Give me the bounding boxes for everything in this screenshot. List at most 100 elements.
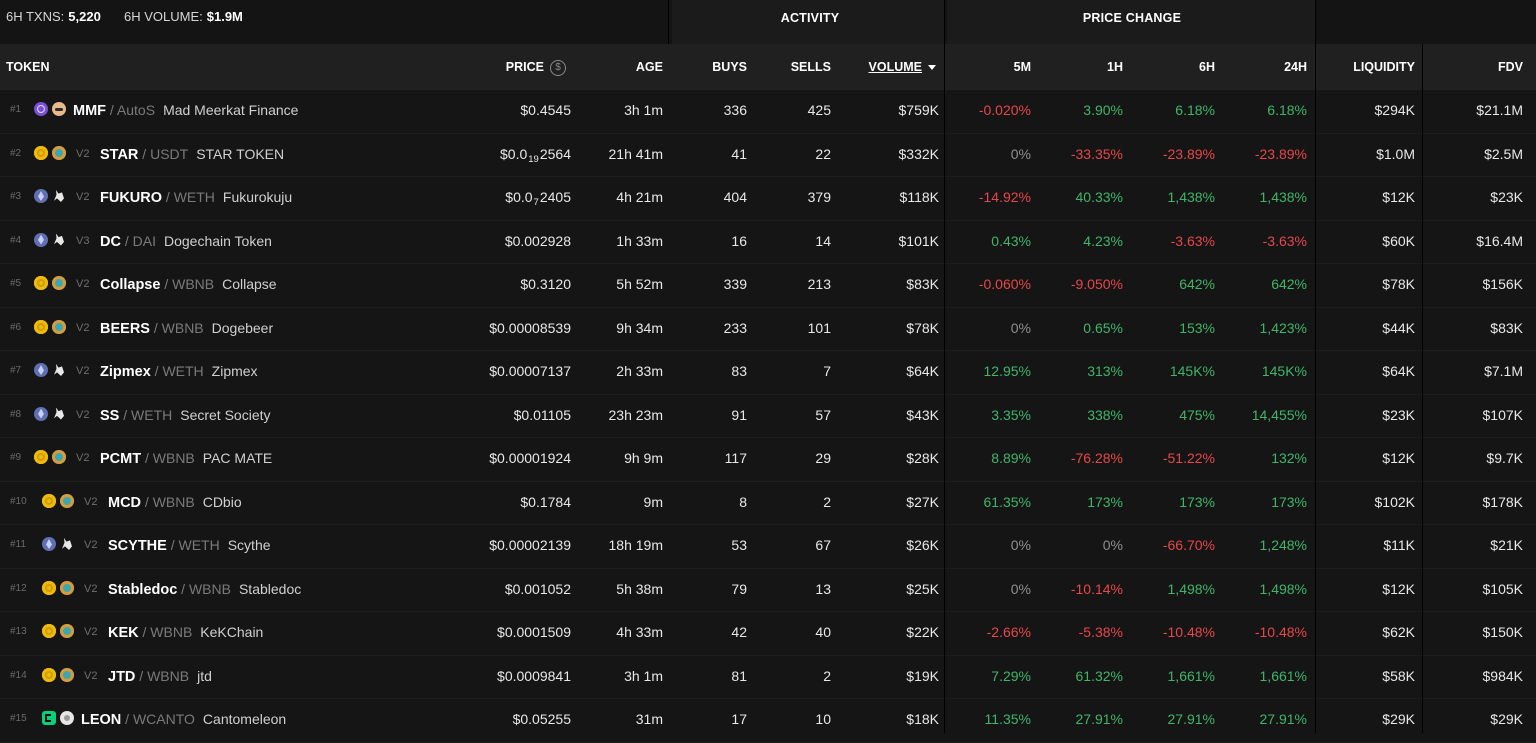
price-zero-count: 19 (528, 153, 539, 165)
token-symbol: DC (100, 233, 121, 250)
age-cell: 23h 23m (608, 406, 663, 423)
token-pair[interactable]: Collapse / WBNB Collapse (100, 264, 277, 307)
table-row[interactable]: #4 V3 DC / DAI Dogechain Token $0.002928 1h 3… (0, 220, 1536, 264)
price-prefix: $0.0 (500, 145, 528, 162)
change-24h-cell: -23.89% (1254, 145, 1307, 162)
sells-cell: 2 (823, 667, 831, 684)
rank-number: #15 (10, 713, 27, 724)
table-row[interactable]: #10 V2 MCD / WBNB CDbio $0.1784 9m 8 2 $27K 61.35… (0, 481, 1536, 525)
buys-cell: 83 (731, 363, 747, 379)
col-5m[interactable]: 5M (950, 44, 1031, 90)
price-value: $0.001052 (504, 580, 571, 597)
txns-label: 6H TXNS: (6, 9, 65, 24)
change-1h-cell: 40.33% (1075, 189, 1123, 205)
table-row[interactable]: #11 V2 SCYTHE / WETH Scythe $0.00002139 18h 1… (0, 525, 1536, 569)
token-name: Secret Society (180, 406, 271, 423)
col-6h[interactable]: 6H (1130, 44, 1215, 90)
token-symbol: MMF (73, 103, 107, 119)
table-row[interactable]: #8 V2 SS / WETH Secret Society $0.01105 23h 2… (0, 394, 1536, 438)
table-row[interactable]: #3 V2 FUKURO / WETH Fukurokuju $0.072405 4h 2… (0, 177, 1536, 221)
table-row[interactable]: #1 MMF / AutoS Mad Meerkat Finance $0.4545 3… (0, 90, 1536, 134)
column-divider (944, 0, 945, 733)
token-pair[interactable]: STAR / USDT STAR TOKEN (100, 134, 284, 177)
col-sells[interactable]: SELLS (755, 44, 831, 90)
change-1h-cell: -9.050% (1070, 276, 1123, 292)
col-price[interactable]: PRICE $ (440, 44, 566, 90)
token-pair[interactable]: Zipmex / WETH Zipmex (100, 351, 258, 394)
price-value: $0.0001509 (497, 624, 571, 640)
table-row[interactable]: #12 V2 Stabledoc / WBNB Stabledoc $0.001052 5… (0, 568, 1536, 612)
column-divider (668, 0, 669, 44)
age-cell: 31m (635, 711, 663, 727)
change-5m-cell: -0.020% (978, 102, 1031, 118)
quote-symbol: USDT (150, 145, 189, 162)
col-liquidity[interactable]: LIQUIDITY (1318, 44, 1415, 90)
rank-number: #8 (10, 408, 22, 420)
bsc-icon (42, 624, 56, 638)
change-6h-cell: -23.89% (1162, 145, 1215, 162)
change-24h-cell: 145K% (1261, 363, 1307, 379)
currency-toggle-icon[interactable]: $ (550, 59, 566, 76)
volume-cell: $26K (906, 537, 939, 553)
table-row[interactable]: #5 V2 Collapse / WBNB Collapse $0.3120 5h 52m… (0, 264, 1536, 308)
token-pair[interactable]: SCYTHE / WETH Scythe (108, 525, 271, 568)
table-row[interactable]: #7 V2 Zipmex / WETH Zipmex $0.00007137 2h 33m… (0, 351, 1536, 395)
col-token[interactable]: TOKEN (6, 44, 50, 90)
token-name: Mad Meerkat Finance (163, 102, 299, 118)
table-row[interactable]: #2 V2 STAR / USDT STAR TOKEN $0.0192564 21h 4… (0, 133, 1536, 177)
table-row[interactable]: #9 V2 PCMT / WBNB PAC MATE $0.00001924 9h 9m 1… (0, 438, 1536, 482)
uniswap-icon (60, 537, 74, 551)
pair-separator: / (160, 276, 173, 292)
dex-icon (60, 711, 74, 725)
change-1h-cell: 173% (1087, 493, 1123, 510)
rank-number: #4 (10, 234, 22, 246)
pair-separator: / (141, 493, 153, 510)
pancakeswap-icon (60, 667, 74, 682)
activity-group-label: ACTIVITY (780, 11, 840, 25)
sort-desc-icon (928, 65, 936, 71)
token-pair[interactable]: MCD / WBNB CDbio (108, 482, 242, 525)
rank-number: #7 (10, 365, 22, 376)
dex-version-badge: V2 (84, 669, 98, 682)
uniswap-icon (52, 363, 66, 377)
token-pair[interactable]: KEK / WBNB KeKChain (108, 612, 263, 655)
token-name: Stabledoc (238, 580, 302, 597)
col-fdv[interactable]: FDV (1430, 44, 1523, 90)
volume-cell: $18K (906, 711, 939, 727)
table-header: TOKEN PRICE $ AGE BUYS SELLS VOLUME 5M 1H… (0, 44, 1536, 90)
liquidity-cell: $60K (1382, 232, 1415, 249)
table-row[interactable]: #6 V2 BEERS / WBNB Dogebeer $0.00008539 9h 34… (0, 307, 1536, 351)
bsc-icon (42, 667, 56, 682)
table-row[interactable]: #14 V2 JTD / WBNB jtd $0.0009841 3h 1m 81 2 $19K… (0, 655, 1536, 699)
change-5m-cell: 8.89% (991, 450, 1031, 466)
col-1h[interactable]: 1H (1040, 44, 1123, 90)
token-pair[interactable]: JTD / WBNB jtd (108, 656, 212, 699)
fdv-cell: $16.4M (1476, 232, 1523, 249)
price-cell: $0.00008539 (440, 308, 571, 351)
token-pair[interactable]: Stabledoc / WBNB Stabledoc (108, 569, 301, 612)
col-age[interactable]: AGE (580, 44, 663, 90)
col-buys[interactable]: BUYS (672, 44, 747, 90)
rank-number: #11 (10, 539, 26, 550)
buys-cell: 81 (731, 667, 747, 684)
token-pair[interactable]: LEON / WCANTO Cantomeleon (81, 699, 286, 742)
token-pair[interactable]: MMF / AutoS Mad Meerkat Finance (73, 90, 298, 133)
table-row[interactable]: #15 LEON / WCANTO Cantomeleon $0.05255 31m 17… (0, 699, 1536, 743)
token-pair[interactable]: DC / DAI Dogechain Token (100, 221, 272, 264)
volume-cell: $101K (898, 232, 939, 249)
fdv-cell: $156K (1482, 276, 1523, 292)
col-24h[interactable]: 24H (1222, 44, 1307, 90)
token-pair[interactable]: SS / WETH Secret Society (100, 395, 271, 438)
quote-symbol: WBNB (152, 493, 195, 510)
volume-cell: $27K (906, 493, 939, 510)
change-24h-cell: 173% (1271, 493, 1307, 510)
table-row[interactable]: #13 V2 KEK / WBNB KeKChain $0.0001509 4h 33m 4… (0, 612, 1536, 656)
token-pair[interactable]: PCMT / WBNB PAC MATE (100, 438, 272, 481)
liquidity-cell: $12K (1382, 189, 1415, 205)
token-pair[interactable]: FUKURO / WETH Fukurokuju (100, 177, 292, 220)
change-24h-cell: 1,248% (1259, 537, 1307, 553)
ethereum-icon (34, 406, 48, 421)
token-pair[interactable]: BEERS / WBNB Dogebeer (100, 308, 273, 351)
col-volume[interactable]: VOLUME (840, 44, 936, 90)
txns-value: 5,220 (68, 9, 101, 24)
